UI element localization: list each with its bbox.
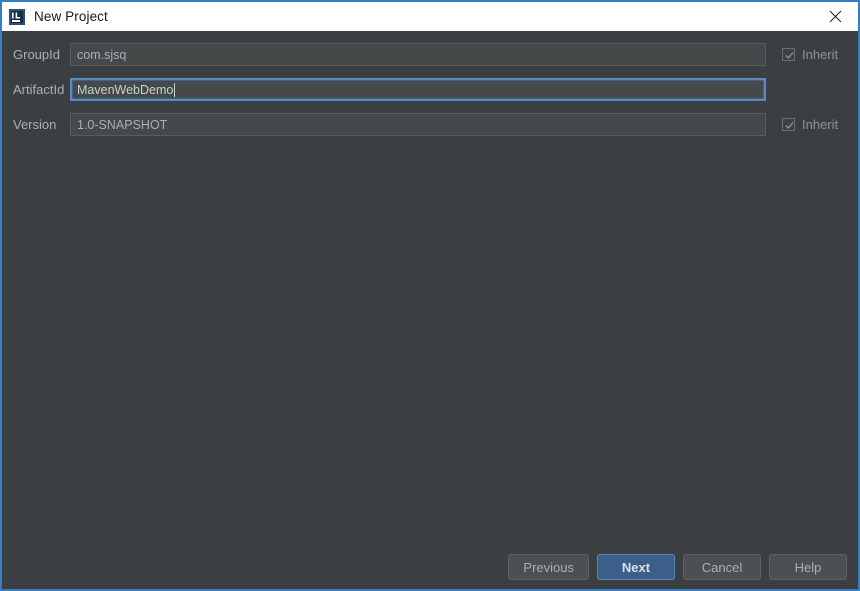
title-bar: New Project	[2, 2, 858, 31]
version-label: Version	[13, 117, 57, 132]
intellij-idea-icon	[9, 8, 25, 25]
artifactid-label: ArtifactId	[13, 82, 65, 97]
groupid-input[interactable]: com.sjsq	[70, 43, 766, 66]
form-row-artifactid: ArtifactId MavenWebDemo	[2, 78, 858, 101]
dialog-body: GroupId com.sjsq Inherit ArtifactId Mave…	[2, 31, 858, 589]
groupid-inherit-checkbox-group[interactable]: Inherit	[782, 47, 838, 62]
version-inherit-checkbox[interactable]	[782, 118, 795, 131]
close-icon[interactable]	[812, 2, 858, 31]
next-button[interactable]: Next	[597, 554, 675, 580]
version-inherit-checkbox-group[interactable]: Inherit	[782, 117, 838, 132]
groupid-inherit-checkbox[interactable]	[782, 48, 795, 61]
version-inherit-label: Inherit	[802, 117, 839, 132]
help-button[interactable]: Help	[769, 554, 847, 580]
form-row-groupid: GroupId com.sjsq Inherit	[2, 43, 858, 66]
previous-button[interactable]: Previous	[508, 554, 589, 580]
text-caret	[174, 82, 176, 97]
groupid-value: com.sjsq	[77, 47, 127, 62]
cancel-button[interactable]: Cancel	[683, 554, 761, 580]
new-project-dialog: New Project GroupId com.sjsq Inherit Art…	[0, 0, 860, 591]
dialog-button-bar: Previous Next Cancel Help	[2, 554, 858, 580]
version-value: 1.0-SNAPSHOT	[77, 117, 168, 132]
groupid-inherit-label: Inherit	[802, 47, 839, 62]
artifactid-value: MavenWebDemo	[77, 82, 174, 97]
window-title: New Project	[34, 9, 108, 24]
version-input[interactable]: 1.0-SNAPSHOT	[70, 113, 766, 136]
groupid-label: GroupId	[13, 47, 60, 62]
artifactid-input[interactable]: MavenWebDemo	[70, 78, 766, 101]
project-coordinates-form: GroupId com.sjsq Inherit ArtifactId Mave…	[2, 31, 858, 148]
form-row-version: Version 1.0-SNAPSHOT Inherit	[2, 113, 858, 136]
